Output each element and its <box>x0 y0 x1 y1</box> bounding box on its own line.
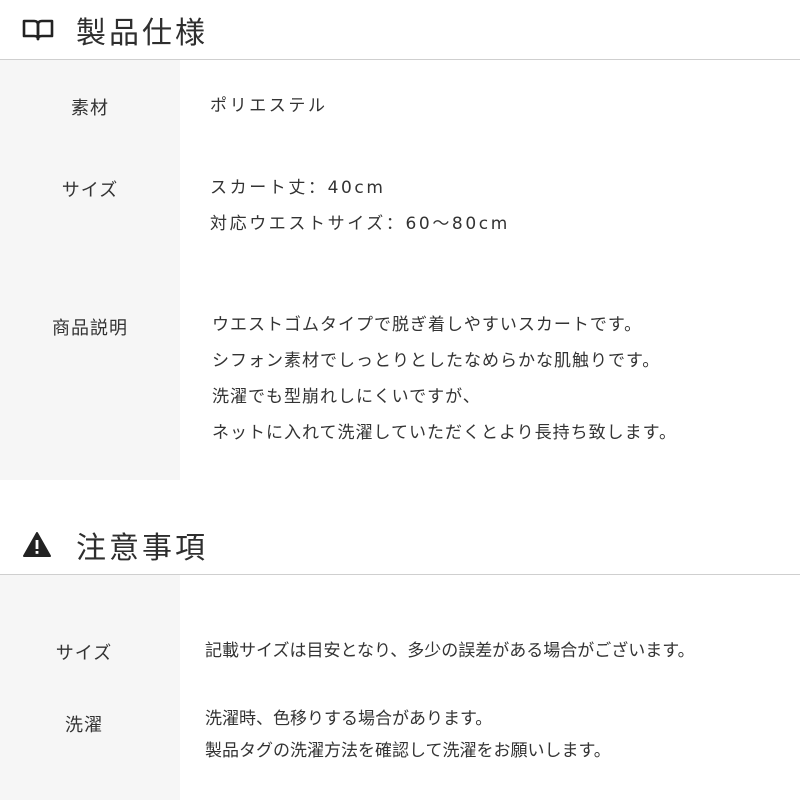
warning-icon <box>22 531 52 563</box>
spec-value-line: 対応ウエストサイズ：60～80cm <box>210 214 510 234</box>
spec-value-line: 洗濯でも型崩れしにくいですが、 <box>212 387 481 407</box>
spec-label-material: 素材 <box>71 98 109 119</box>
notice-label-column <box>0 575 180 800</box>
spec-table: 素材 ポリエステル サイズ スカート丈：40cm 対応ウエストサイズ：60～80… <box>0 60 800 480</box>
notice-table: サイズ 記載サイズは目安となり、多少の誤差がある場合がございます。 洗濯 洗濯時… <box>0 575 800 800</box>
notice-value-line: 洗濯時、色移りする場合があります。 <box>205 709 493 729</box>
spec-value-material: ポリエステル <box>210 88 328 124</box>
spec-value-line: ネットに入れて洗濯していただくとより長持ち致します。 <box>212 423 677 443</box>
notice-value-line: 製品タグの洗濯方法を確認して洗濯をお願いします。 <box>205 741 611 761</box>
notice-label-washing: 洗濯 <box>65 715 103 736</box>
spec-value-description: ウエストゴムタイプで脱ぎ着しやすいスカートです。 シフォン素材でしっとりとしたな… <box>212 307 677 451</box>
notice-section-header: 注意事項 <box>0 515 800 575</box>
notice-section-title: 注意事項 <box>76 531 208 566</box>
spec-value-line: スカート丈：40cm <box>210 178 386 198</box>
notice-value-size: 記載サイズは目安となり、多少の誤差がある場合がございます。 <box>205 633 695 669</box>
spec-value-line: ポリエステル <box>210 96 328 116</box>
spec-label-description: 商品説明 <box>52 318 128 339</box>
spec-label-column <box>0 60 180 480</box>
spec-section-title: 製品仕様 <box>76 16 208 51</box>
notice-value-washing: 洗濯時、色移りする場合があります。 製品タグの洗濯方法を確認して洗濯をお願いしま… <box>205 703 611 767</box>
spec-label-size: サイズ <box>61 180 119 201</box>
notice-value-line: 記載サイズは目安となり、多少の誤差がある場合がございます。 <box>205 641 695 661</box>
spec-section-header: 製品仕様 <box>0 0 800 60</box>
notice-label-size: サイズ <box>55 643 113 664</box>
spec-value-size: スカート丈：40cm 対応ウエストサイズ：60～80cm <box>210 170 510 242</box>
spec-value-line: ウエストゴムタイプで脱ぎ着しやすいスカートです。 <box>212 315 643 335</box>
spec-value-line: シフォン素材でしっとりとしたなめらかな肌触りです。 <box>212 351 661 371</box>
open-book-icon <box>22 18 54 46</box>
